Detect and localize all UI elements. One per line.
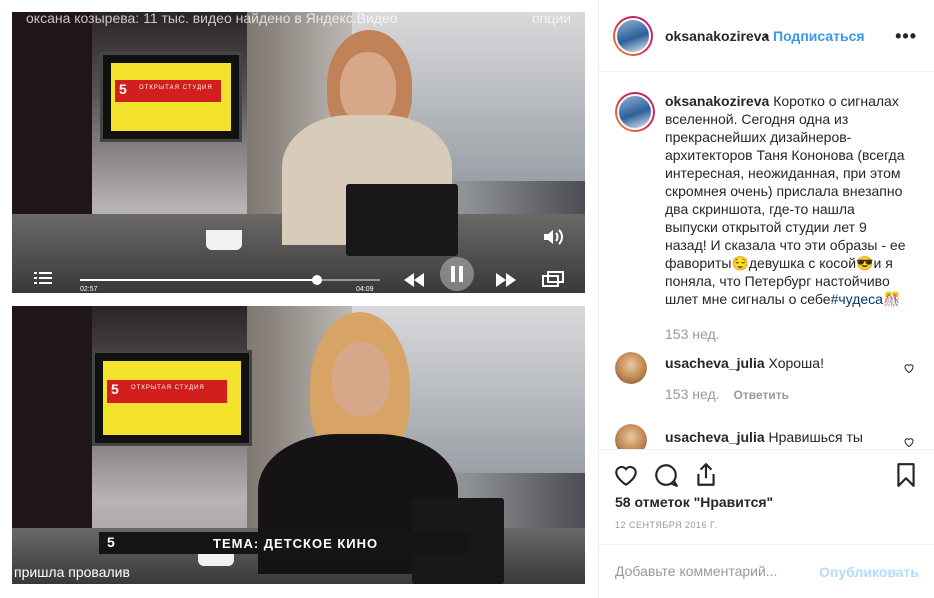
reply-button[interactable]: Ответить bbox=[734, 388, 789, 402]
comments-list[interactable]: oksanakozireva Коротко о сигналах вселен… bbox=[599, 72, 934, 449]
video-screenshot-bottom: 5 ОТКРЫТАЯ СТУДИЯ 5 ТЕМА: ДЕТСКОЕ КИНО п… bbox=[12, 306, 585, 584]
like-comment-heart-icon[interactable] bbox=[903, 362, 915, 374]
post-date[interactable]: 12 СЕНТЯБРЯ 2016 Г. bbox=[615, 520, 717, 530]
comment-text: usacheva_julia Нравишься ты bbox=[665, 429, 863, 445]
channel-logo: 5 ОТКРЫТАЯ СТУДИЯ bbox=[107, 380, 228, 404]
video-screenshot-top: 5 ОТКРЫТАЯ СТУДИЯ оксана козырева: 11 ты… bbox=[12, 12, 585, 293]
video-current-time: 02:57 bbox=[80, 286, 98, 293]
add-comment-section: Опубликовать bbox=[599, 544, 934, 598]
more-options-button[interactable]: ••• bbox=[895, 26, 917, 47]
sunglasses-emoji: 😎 bbox=[856, 255, 874, 271]
share-icon[interactable] bbox=[693, 462, 719, 488]
like-heart-icon[interactable] bbox=[613, 462, 639, 488]
comment-username[interactable]: usacheva_julia bbox=[665, 429, 765, 445]
publish-button[interactable]: Опубликовать bbox=[819, 564, 919, 580]
comment-item: usacheva_julia Нравишься ты bbox=[615, 424, 915, 449]
confetti-emoji: 🎊 bbox=[882, 291, 901, 307]
comment-timestamp[interactable]: 153 нед. bbox=[665, 386, 720, 402]
author-avatar[interactable] bbox=[613, 16, 653, 56]
author-username[interactable]: oksanakozireva bbox=[665, 28, 769, 44]
laptop bbox=[346, 184, 458, 256]
playlist-icon[interactable] bbox=[34, 271, 52, 287]
caption-username[interactable]: oksanakozireva bbox=[665, 93, 769, 109]
comment-item: usacheva_julia Хороша! 153 нед. Ответить bbox=[615, 352, 915, 412]
relieved-emoji: 😌 bbox=[731, 255, 749, 271]
cup bbox=[206, 230, 242, 250]
author-avatar[interactable] bbox=[615, 92, 655, 132]
likes-count[interactable]: 58 отметок "Нравится" bbox=[615, 494, 773, 510]
tv-studio-scene: 5 ОТКРЫТАЯ СТУДИЯ bbox=[12, 12, 585, 293]
video-options-link[interactable]: опции bbox=[532, 12, 571, 26]
bookmark-icon[interactable] bbox=[893, 462, 919, 488]
comment-input[interactable] bbox=[615, 563, 825, 579]
video-total-time: 04:09 bbox=[356, 286, 374, 293]
hashtag-link[interactable]: #чудеса bbox=[831, 291, 883, 307]
video-controls: 02:57 04:09 bbox=[12, 257, 585, 293]
studio-monitor: 5 ОТКРЫТАЯ СТУДИЯ bbox=[100, 52, 242, 142]
like-comment-heart-icon[interactable] bbox=[903, 436, 915, 448]
video-progress-bar[interactable] bbox=[80, 275, 380, 285]
separator-dot: • bbox=[764, 28, 769, 44]
volume-icon[interactable] bbox=[543, 228, 565, 248]
pause-button[interactable] bbox=[440, 257, 474, 293]
progress-handle[interactable] bbox=[312, 275, 322, 285]
fullscreen-icon[interactable] bbox=[542, 271, 564, 289]
channel-logo: 5 ОТКРЫТАЯ СТУДИЯ bbox=[115, 80, 222, 103]
comment-bubble-icon[interactable] bbox=[653, 462, 679, 488]
post-media[interactable]: 5 ОТКРЫТАЯ СТУДИЯ оксана козырева: 11 ты… bbox=[0, 0, 598, 598]
rewind-icon[interactable] bbox=[404, 273, 424, 289]
commenter-avatar[interactable] bbox=[615, 352, 647, 384]
comment-text: usacheva_julia Хороша! bbox=[665, 355, 824, 371]
fast-forward-icon[interactable] bbox=[496, 273, 516, 289]
caption-timestamp[interactable]: 153 нед. bbox=[665, 326, 720, 342]
post-sidebar: oksanakozireva • Подписаться ••• oksanak… bbox=[598, 0, 934, 598]
studio-monitor: 5 ОТКРЫТАЯ СТУДИЯ bbox=[92, 350, 252, 446]
news-ticker: 5 ТЕМА: ДЕТСКОЕ КИНО bbox=[99, 532, 469, 554]
comment-username[interactable]: usacheva_julia bbox=[665, 355, 765, 371]
post-caption: oksanakozireva Коротко о сигналах вселен… bbox=[615, 92, 915, 352]
video-overlay-title: оксана козырева: 11 тыс. видео найдено в… bbox=[26, 12, 398, 26]
ticker-channel-number: 5 bbox=[107, 534, 115, 550]
ticker-label: ТЕМА: ДЕТСКОЕ КИНО bbox=[213, 536, 379, 551]
post-header: oksanakozireva • Подписаться ••• bbox=[599, 0, 934, 72]
caption-text: oksanakozireva Коротко о сигналах вселен… bbox=[665, 93, 906, 307]
screenshot-caption: пришла провалив bbox=[14, 564, 130, 580]
follow-button[interactable]: Подписаться bbox=[773, 28, 865, 44]
commenter-avatar[interactable] bbox=[615, 424, 647, 449]
